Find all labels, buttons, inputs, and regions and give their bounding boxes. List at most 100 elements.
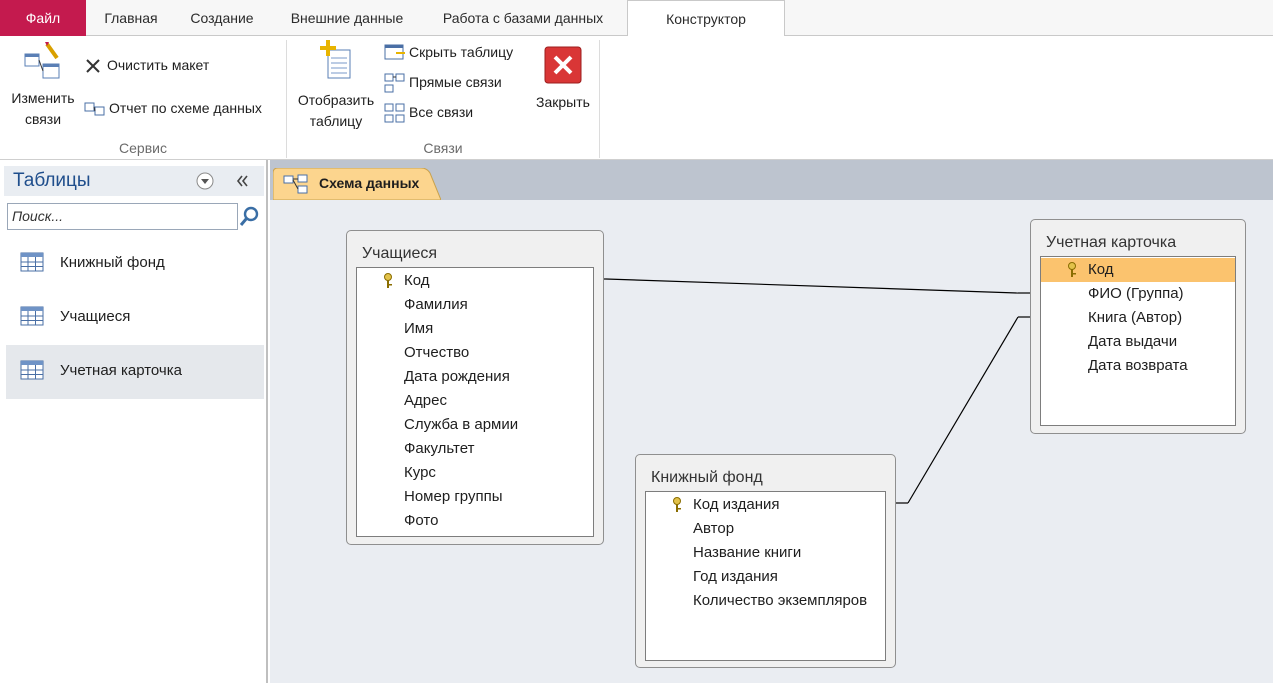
field-label: Название книги bbox=[693, 544, 802, 561]
table-title: Книжный фонд bbox=[651, 469, 763, 486]
field-row[interactable]: Адрес bbox=[357, 389, 593, 413]
field-row[interactable]: Номер группы bbox=[357, 485, 593, 509]
field-label: Курс bbox=[404, 464, 436, 481]
close-button[interactable]: Закрыть bbox=[530, 46, 596, 113]
tab-relationships-schema[interactable]: Схема данных bbox=[273, 168, 441, 200]
relationship-report-button[interactable]: Отчет по схеме данных bbox=[84, 97, 262, 119]
field-label: Отчество bbox=[404, 344, 470, 361]
primary-key-icon bbox=[384, 273, 392, 288]
field-list: Код издания Автор Название книги Год изд… bbox=[645, 491, 886, 661]
tab-database-tools[interactable]: Работа с базами данных bbox=[424, 0, 622, 36]
field-row[interactable]: Автор bbox=[646, 517, 885, 541]
clear-layout-button[interactable]: Очистить макет bbox=[84, 54, 209, 76]
field-label: Номер группы bbox=[404, 488, 503, 505]
field-label: Фамилия bbox=[404, 296, 468, 313]
field-label: Количество экземпляров bbox=[693, 592, 868, 609]
field-row[interactable]: Дата рождения bbox=[357, 365, 593, 389]
hide-table-label: Скрыть таблицу bbox=[409, 44, 514, 60]
table-icon bbox=[20, 252, 44, 272]
relationship-books-card[interactable] bbox=[896, 316, 1030, 504]
dropdown-circle-icon[interactable] bbox=[195, 171, 215, 191]
field-label: Книга (Автор) bbox=[1088, 309, 1183, 326]
table-students[interactable]: Учащиеся Код Фамилия Имя Отчество Дата р… bbox=[346, 230, 604, 545]
relationships-icon bbox=[283, 174, 308, 194]
field-label: Код bbox=[1088, 261, 1114, 278]
all-relationships-button[interactable]: Все связи bbox=[384, 101, 473, 123]
group-label-relationships: Связи bbox=[423, 140, 463, 156]
field-row-selected[interactable]: Код bbox=[1041, 258, 1235, 282]
table-card[interactable]: Учетная карточка Код ФИО (Группа) Книга … bbox=[1030, 219, 1246, 434]
ribbon-tab-bar: Файл Главная Создание Внешние данные Раб… bbox=[0, 0, 1273, 37]
field-row[interactable]: Имя bbox=[357, 317, 593, 341]
field-row[interactable]: Фото bbox=[357, 509, 593, 533]
field-row[interactable]: Книга (Автор) bbox=[1041, 306, 1235, 330]
tab-create[interactable]: Создание bbox=[174, 0, 270, 36]
relationship-report-label: Отчет по схеме данных bbox=[109, 100, 262, 116]
collapse-pane-icon[interactable] bbox=[233, 172, 251, 190]
field-label: Дата выдачи bbox=[1088, 333, 1178, 350]
hide-table-icon bbox=[384, 44, 405, 60]
nav-pane-title: Таблицы bbox=[13, 170, 91, 191]
nav-item-uchashchiesya[interactable]: Учащиеся bbox=[6, 291, 264, 345]
group-label-tools: Сервис bbox=[119, 140, 167, 156]
field-row[interactable]: Код издания bbox=[646, 493, 885, 517]
nav-item-knizhny-fond[interactable]: Книжный фонд bbox=[6, 237, 264, 291]
tab-design[interactable]: Конструктор bbox=[627, 0, 785, 37]
relationship-students-card[interactable] bbox=[594, 278, 1030, 294]
search-button[interactable] bbox=[238, 203, 262, 230]
field-row[interactable]: ФИО (Группа) bbox=[1041, 282, 1235, 306]
field-label: Год издания bbox=[693, 568, 778, 585]
hide-table-button[interactable]: Скрыть таблицу bbox=[384, 41, 513, 63]
direct-relationships-label: Прямые связи bbox=[409, 74, 502, 90]
nav-item-label: Книжный фонд bbox=[60, 254, 165, 271]
field-row[interactable]: Факультет bbox=[357, 437, 593, 461]
table-icon bbox=[20, 306, 44, 326]
nav-item-label: Учетная карточка bbox=[60, 362, 182, 379]
field-label: Дата возврата bbox=[1088, 357, 1188, 374]
table-books[interactable]: Книжный фонд Код издания Автор Название … bbox=[635, 454, 896, 668]
direct-relationships-button[interactable]: Прямые связи bbox=[384, 71, 502, 93]
field-list: Код Фамилия Имя Отчество Дата рождения А… bbox=[356, 267, 594, 537]
field-row[interactable]: Название книги bbox=[646, 541, 885, 565]
show-table-button[interactable]: Отобразить таблицу bbox=[290, 38, 382, 132]
document-tab-label: Схема данных bbox=[319, 175, 420, 191]
document-tab-strip: Схема данных bbox=[270, 160, 1273, 200]
close-icon bbox=[544, 46, 582, 84]
direct-relationships-icon bbox=[384, 73, 405, 93]
edit-relationships-button[interactable]: Изменить связи bbox=[4, 38, 82, 130]
field-row[interactable]: Код bbox=[357, 269, 593, 293]
tab-home[interactable]: Главная bbox=[88, 0, 174, 36]
field-row[interactable]: Дата выдачи bbox=[1041, 330, 1235, 354]
field-label: Автор bbox=[693, 520, 735, 537]
group-separator bbox=[599, 40, 600, 158]
field-label: Адрес bbox=[404, 392, 447, 409]
field-list: Код ФИО (Группа) Книга (Автор) Дата выда… bbox=[1040, 256, 1236, 426]
field-row[interactable]: Количество экземпляров bbox=[646, 589, 885, 613]
table-title: Учащиеся bbox=[362, 245, 438, 262]
document-area: Схема данных Учащиеся Код Фамилия Имя От… bbox=[270, 160, 1273, 683]
field-row[interactable]: Служба в армии bbox=[357, 413, 593, 437]
primary-key-icon bbox=[1068, 262, 1076, 277]
field-label: Код bbox=[404, 272, 430, 289]
table-title: Учетная карточка bbox=[1046, 234, 1177, 251]
all-relationships-label: Все связи bbox=[409, 104, 474, 120]
field-label: ФИО (Группа) bbox=[1088, 285, 1184, 302]
ribbon: Изменить связи Очистить макет Отчет по с… bbox=[0, 36, 1273, 160]
field-row[interactable]: Отчество bbox=[357, 341, 593, 365]
tab-external-data[interactable]: Внешние данные bbox=[272, 0, 422, 36]
primary-key-icon bbox=[673, 497, 681, 512]
field-label: Дата рождения bbox=[404, 368, 510, 385]
field-row[interactable]: Фамилия bbox=[357, 293, 593, 317]
navigation-pane: Таблицы Поиск... Книжный фонд Учащиеся У… bbox=[0, 160, 268, 683]
field-row[interactable]: Курс bbox=[357, 461, 593, 485]
edit-relationships-label: Изменить связи bbox=[11, 90, 75, 127]
field-row[interactable]: Год издания bbox=[646, 565, 885, 589]
close-label: Закрыть bbox=[536, 94, 590, 110]
field-row[interactable]: Дата возврата bbox=[1041, 354, 1235, 378]
tab-file[interactable]: Файл bbox=[0, 0, 86, 36]
show-table-label: Отобразить таблицу bbox=[297, 92, 375, 129]
nav-item-uchetnaya-kartochka[interactable]: Учетная карточка bbox=[6, 345, 264, 399]
field-label: Имя bbox=[404, 320, 434, 337]
search-input[interactable]: Поиск... bbox=[7, 203, 238, 230]
edit-relationships-icon bbox=[24, 42, 60, 79]
